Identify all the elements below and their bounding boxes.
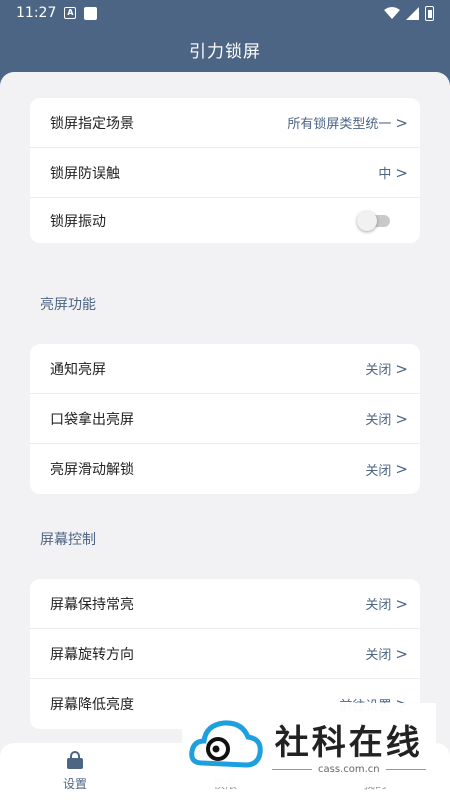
lock-icon	[67, 751, 83, 769]
row-value-text: 关闭	[365, 363, 392, 378]
signal-icon	[406, 6, 419, 20]
wifi-icon	[384, 6, 400, 19]
row-value-text: 所有锁屏类型统一	[287, 117, 392, 132]
toggle-knob	[357, 210, 377, 231]
app-notification-icon: A	[64, 7, 77, 19]
chevron-right-icon: >	[395, 359, 408, 378]
row-label: 亮屏滑动解锁	[50, 462, 134, 478]
watermark-title: 社科在线	[274, 723, 423, 763]
row-value-text: 中	[378, 167, 392, 182]
vibration-toggle[interactable]	[357, 210, 390, 231]
section-title-screen-control: 屏幕控制	[40, 532, 96, 548]
row-value-text: 关闭	[365, 463, 392, 479]
status-bar: 11:27 A	[0, 0, 450, 26]
content-area: 锁屏指定场景 所有锁屏类型统一 > 锁屏防误触 中 > 锁屏振动 亮屏功能 通知…	[0, 72, 450, 800]
row-label: 锁屏指定场景	[50, 115, 134, 132]
row-value: 关闭 >	[365, 594, 408, 614]
row-value-text: 关闭	[365, 648, 392, 663]
row-label: 屏幕旋转方向	[50, 646, 134, 663]
status-right	[384, 5, 434, 21]
row-label: 口袋拿出亮屏	[50, 411, 134, 428]
chevron-right-icon: >	[395, 460, 408, 478]
chevron-right-icon: >	[395, 594, 408, 613]
watermark: 社科在线 cass.com.cn	[182, 703, 436, 787]
row-rotation[interactable]: 屏幕旋转方向 关闭 >	[30, 629, 420, 679]
cloud-logo-icon	[189, 720, 263, 768]
row-notify-wake[interactable]: 通知亮屏 关闭 >	[30, 344, 420, 394]
chevron-right-icon: >	[395, 113, 408, 132]
row-keep-screen-on[interactable]: 屏幕保持常亮 关闭 >	[30, 579, 420, 629]
section-title-screen-on: 亮屏功能	[40, 297, 96, 313]
row-pocket-wake[interactable]: 口袋拿出亮屏 关闭 >	[30, 394, 420, 444]
status-time: 11:27	[16, 5, 57, 21]
row-label: 锁屏防误触	[50, 165, 120, 182]
notification-square-icon	[84, 6, 98, 20]
row-value: 关闭 >	[365, 409, 408, 429]
row-value-text: 关闭	[365, 598, 392, 613]
row-label: 锁屏振动	[50, 213, 106, 230]
watermark-subtitle: cass.com.cn	[272, 764, 426, 775]
title-bar: 引力锁屏	[0, 26, 450, 72]
row-value: 关闭 >	[365, 644, 408, 664]
status-left: 11:27 A	[16, 5, 98, 21]
row-value: 中 >	[378, 163, 408, 183]
page-title: 引力锁屏	[189, 41, 261, 62]
chevron-right-icon: >	[395, 644, 408, 663]
nav-label: 设置	[62, 777, 87, 791]
row-value: 关闭 >	[365, 460, 408, 479]
row-value: 所有锁屏类型统一 >	[287, 113, 408, 133]
watermark-domain: cass.com.cn	[318, 764, 380, 775]
battery-icon	[425, 5, 434, 21]
row-value: 关闭 >	[365, 359, 408, 379]
screen-on-card: 通知亮屏 关闭 > 口袋拿出亮屏 关闭 > 亮屏滑动解锁 关闭 >	[30, 344, 420, 494]
chevron-right-icon: >	[395, 163, 408, 182]
lock-settings-card: 锁屏指定场景 所有锁屏类型统一 > 锁屏防误触 中 > 锁屏振动	[30, 98, 420, 243]
row-anti-mistouch[interactable]: 锁屏防误触 中 >	[30, 148, 420, 198]
chevron-right-icon: >	[395, 409, 408, 428]
watermark-text: 社科在线 cass.com.cn	[272, 715, 426, 775]
row-label: 屏幕降低亮度	[50, 697, 134, 713]
row-lock-scene[interactable]: 锁屏指定场景 所有锁屏类型统一 >	[30, 98, 420, 148]
row-lock-vibration: 锁屏振动	[30, 198, 420, 243]
row-label: 屏幕保持常亮	[50, 596, 134, 613]
row-label: 通知亮屏	[50, 361, 106, 378]
row-swipe-unlock[interactable]: 亮屏滑动解锁 关闭 >	[30, 444, 420, 494]
row-value-text: 关闭	[365, 413, 392, 428]
nav-settings[interactable]: 设置	[35, 751, 115, 792]
